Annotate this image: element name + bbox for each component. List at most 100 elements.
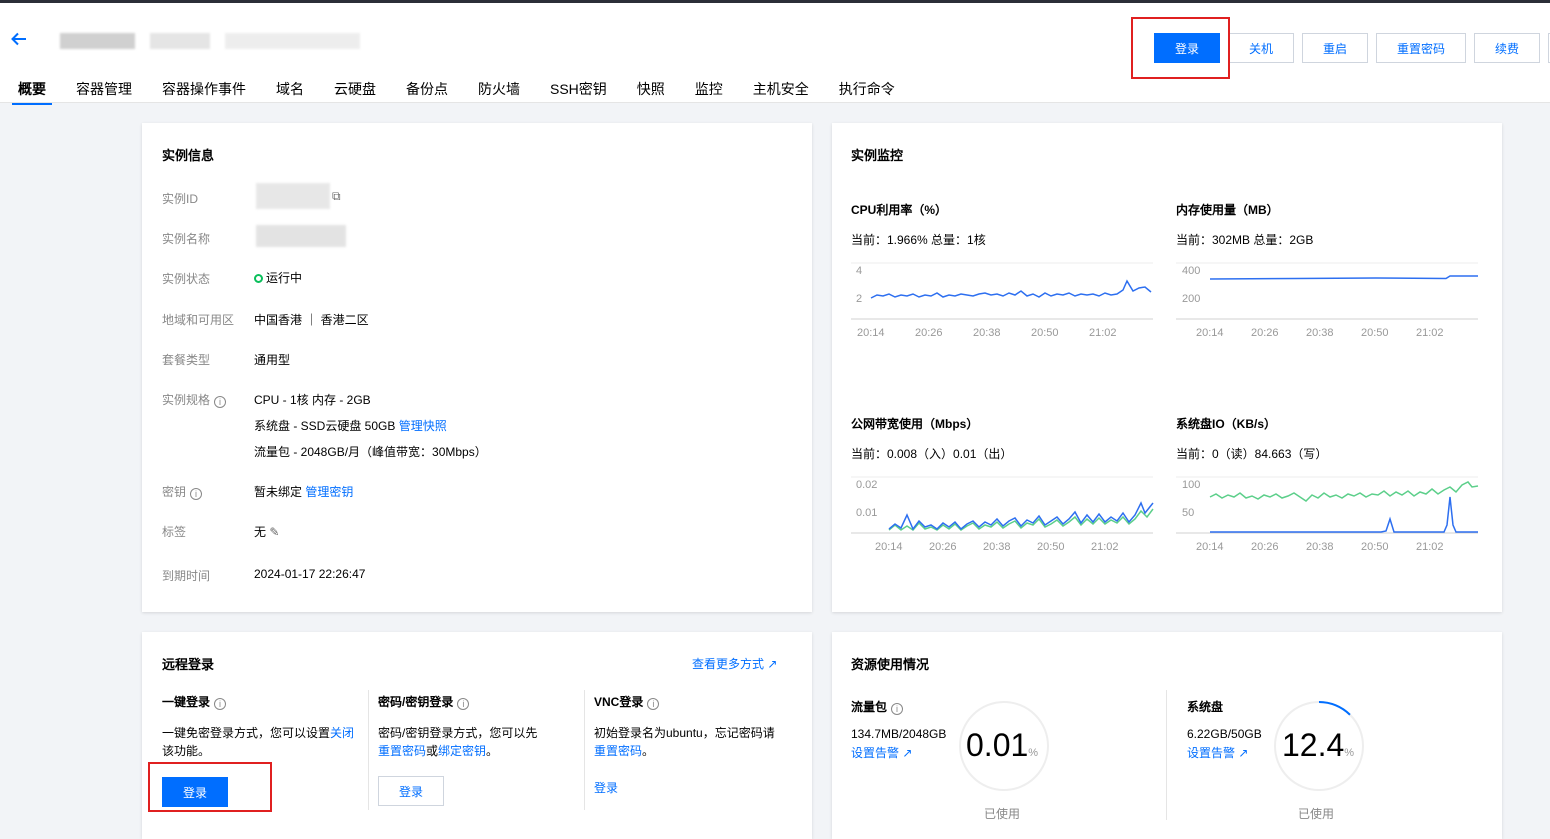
info-icon[interactable]: i [214,396,227,408]
mem-x-tick: 21:02 [1416,327,1444,339]
disk-y-tick: 50 [1182,507,1194,519]
traffic-alert-link[interactable]: 设置告警 ↗ [851,744,912,761]
disk-x-tick: 20:50 [1361,541,1389,553]
disk-io-chart-title: 系统盘IO（KB/s） [1176,417,1277,431]
remote-login-card: 远程登录 查看更多方式 ↗ 一键登录 i 一键免密登录方式，您可以设置关闭 该功能。… [142,632,812,839]
mem-y-tick: 400 [1182,265,1200,277]
external-link-icon: ↗ [1238,746,1249,760]
mem-chart-title: 内存使用量（MB） [1176,203,1279,217]
cpu-x-tick: 20:26 [915,327,943,339]
card-title: 资源使用情况 [851,657,930,672]
mem-x-tick: 20:50 [1361,327,1389,339]
close-feature-link[interactable]: 关闭 [330,726,354,740]
external-link-icon: ↗ [902,746,913,760]
one-click-login-button[interactable]: 登录 [162,777,228,807]
label-instance-id: 实例ID [162,192,199,206]
vnc-login-link[interactable]: 登录 [594,779,618,796]
disk-x-tick: 20:26 [1251,541,1279,553]
vnc-login-desc: 初始登录名为ubuntu，忘记密码请 重置密码。 [594,726,775,758]
card-title: 实例信息 [162,148,215,163]
external-link-icon: ↗ [767,657,778,671]
manage-snapshot-link[interactable]: 管理快照 [399,419,447,433]
shutdown-button[interactable]: 关机 [1228,33,1294,63]
tab-backup[interactable]: 备份点 [400,77,454,105]
cpu-current: 当前：1.966% 总量：1核 [851,233,986,247]
divider [1166,690,1167,820]
tab-overview[interactable]: 概要 [12,77,52,105]
login-button[interactable]: 登录 [1154,33,1220,63]
card-title: 实例监控 [851,148,904,163]
tab-snapshot[interactable]: 快照 [631,77,671,105]
info-icon[interactable]: i [457,698,470,710]
renew-button[interactable]: 续费 [1474,33,1540,63]
cpu-x-tick: 20:38 [973,327,1001,339]
one-click-desc: 一键免密登录方式，您可以设置关闭 该功能。 [162,726,355,758]
info-icon[interactable]: i [891,703,904,715]
cpu-chart: 4 2 20:14 20:26 20:38 20:50 21:02 [851,262,1153,339]
cpu-y-tick: 2 [856,293,862,305]
back-arrow-icon[interactable] [10,30,28,51]
tab-monitor[interactable]: 监控 [689,77,729,105]
expire-value: 2024-01-17 22:26:47 [254,567,366,581]
net-chart-title: 公网带宽使用（Mbps） [851,417,979,431]
disk-used-label: 已使用 [1298,807,1335,821]
label-region: 地域和可用区 [162,313,235,327]
disk-io-current: 当前：0（读）84.663（写） [1176,447,1328,461]
restart-button[interactable]: 重启 [1302,33,1368,63]
password-login-button[interactable]: 登录 [378,776,444,806]
vnc-reset-password-link[interactable]: 重置密码 [594,744,642,758]
card-title: 远程登录 [162,657,215,672]
net-x-tick: 20:26 [929,541,957,553]
traffic-title: 流量包 i [851,698,904,715]
cpu-x-tick: 21:02 [1089,327,1117,339]
tab-run-command[interactable]: 执行命令 [833,77,901,105]
more-methods-link[interactable]: 查看更多方式 ↗ [692,655,777,672]
mem-current: 当前：302MB 总量：2GB [1176,233,1314,247]
tab-host-security[interactable]: 主机安全 [747,77,815,105]
instance-name-value-redacted [256,225,346,247]
net-out-series-line [888,501,1154,531]
tab-cloud-disk[interactable]: 云硬盘 [328,77,382,105]
label-plan-type: 套餐类型 [162,353,211,367]
cpu-x-tick: 20:14 [857,327,885,339]
net-x-tick: 20:50 [1037,541,1065,553]
tab-firewall[interactable]: 防火墙 [472,77,526,105]
one-click-title: 一键登录 i [162,693,227,710]
instance-info-card: 实例信息 实例ID ⧉ 实例名称 实例状态 运行中 地域和可用区 中国香港 ｜ … [142,123,812,612]
label-instance-status: 实例状态 [162,272,211,286]
status-value: 运行中 [254,269,302,286]
disk-x-tick: 21:02 [1416,541,1444,553]
mem-chart: 400 200 20:14 20:26 20:38 20:50 21:02 [1176,262,1478,339]
info-icon[interactable]: i [214,698,227,710]
manage-key-link[interactable]: 管理密钥 [305,485,353,499]
tab-container-management[interactable]: 容器管理 [70,77,138,105]
mem-x-tick: 20:26 [1251,327,1279,339]
info-icon[interactable]: i [647,698,660,710]
page-header: 登录 关机 重启 重置密码 续费 概要 容器管理 容器操作事件 域名 云硬盘 备… [0,3,1550,105]
instance-name-redacted [225,33,360,49]
traffic-usage: 134.7MB/2048GB [851,727,947,741]
reset-password-button[interactable]: 重置密码 [1376,33,1466,63]
mem-y-tick: 200 [1182,293,1200,305]
label-tag: 标签 [162,525,187,539]
cpu-x-tick: 20:50 [1031,327,1059,339]
bind-key-link[interactable]: 绑定密钥 [438,744,486,758]
info-icon[interactable]: i [190,488,203,500]
traffic-used-label: 已使用 [984,807,1021,821]
cpu-series-line [870,279,1152,299]
tab-domain[interactable]: 域名 [270,77,310,105]
reset-password-link[interactable]: 重置密码 [378,744,426,758]
mem-x-tick: 20:14 [1196,327,1224,339]
edit-pencil-icon[interactable]: ✎ [269,525,279,539]
tab-container-events[interactable]: 容器操作事件 [156,77,252,105]
tab-ssh-key[interactable]: SSH密钥 [544,77,613,105]
password-login-desc: 密码/密钥登录方式，您可以先 重置密码或绑定密钥。 [378,726,538,758]
cpu-chart-title: CPU利用率（%） [851,203,948,217]
copy-icon[interactable]: ⧉ [332,189,341,204]
disk-read-series-line [1209,481,1479,502]
net-x-tick: 20:38 [983,541,1011,553]
disk-alert-link[interactable]: 设置告警 ↗ [1187,744,1248,761]
instance-id-redacted [256,183,330,209]
net-chart: 0.02 0.01 20:14 20:26 20:38 20:50 21:02 [851,476,1154,553]
net-y-tick: 0.02 [856,479,877,491]
